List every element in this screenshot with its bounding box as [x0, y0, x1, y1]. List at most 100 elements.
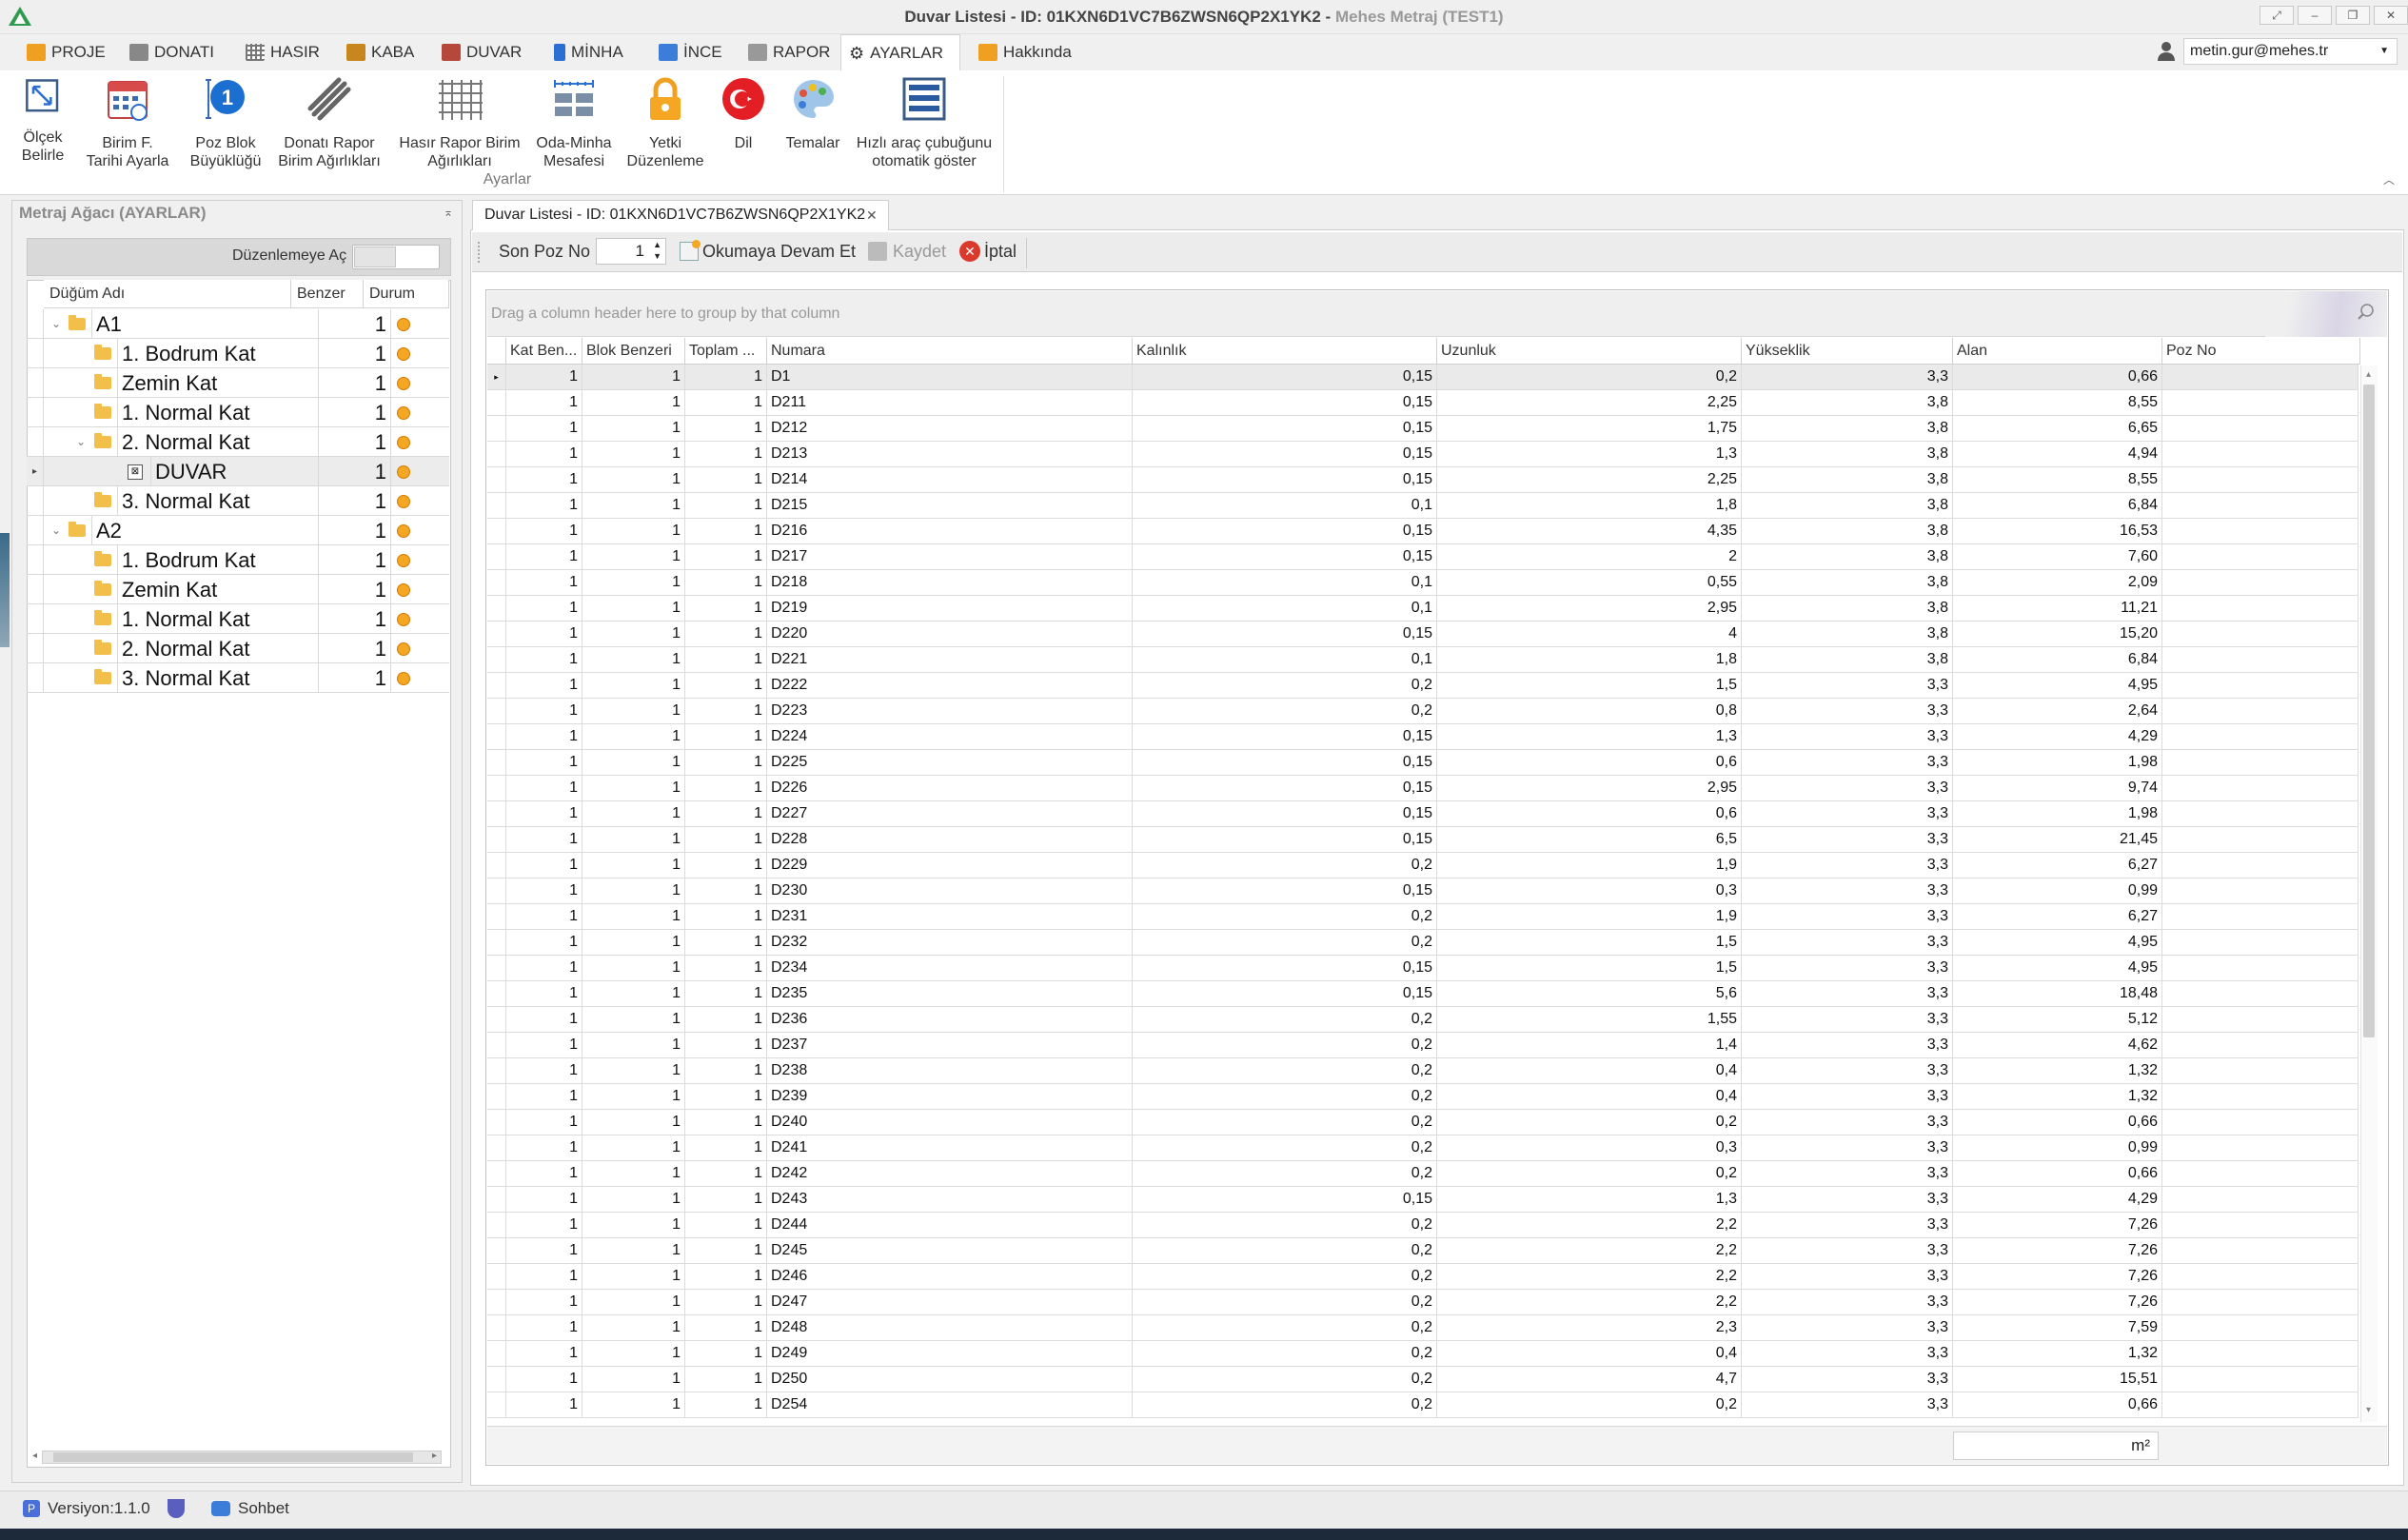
cell-uzunluk[interactable]: 0,8 — [1437, 699, 1742, 724]
cell-numara[interactable]: D242 — [767, 1161, 1133, 1187]
tab-ayarlar[interactable]: ⚙ AYARLAR — [840, 34, 960, 70]
cell-kat-benzeri[interactable]: 1 — [506, 853, 582, 879]
tree-node[interactable]: 3. Normal Kat 1 — [27, 663, 449, 693]
kaydet-button[interactable]: Kaydet — [868, 240, 946, 263]
cell-yukseklik[interactable]: 3,3 — [1742, 981, 1953, 1007]
cell-numara[interactable]: D254 — [767, 1392, 1133, 1418]
cell-poz-no[interactable] — [2162, 493, 2359, 519]
cell-poz-no[interactable] — [2162, 647, 2359, 673]
cell-alan[interactable]: 1,32 — [1953, 1084, 2162, 1110]
cell-numara[interactable]: D239 — [767, 1084, 1133, 1110]
cell-uzunluk[interactable]: 2,95 — [1437, 776, 1742, 801]
tree-header-benzer[interactable]: Benzer — [291, 280, 364, 308]
tab-kaba[interactable]: KABA — [339, 34, 422, 70]
cell-kat-benzeri[interactable]: 1 — [506, 879, 582, 904]
tree-header-name[interactable]: Düğüm Adı — [44, 280, 291, 308]
cell-numara[interactable]: D244 — [767, 1213, 1133, 1238]
cell-uzunluk[interactable]: 1,75 — [1437, 416, 1742, 442]
cell-poz-no[interactable] — [2162, 853, 2359, 879]
cell-kalinlik[interactable]: 0,2 — [1133, 1341, 1437, 1367]
cell-poz-no[interactable] — [2162, 724, 2359, 750]
cell-uzunluk[interactable]: 2,2 — [1437, 1290, 1742, 1315]
group-by-panel[interactable]: Drag a column header here to group by th… — [487, 291, 2387, 337]
cell-alan[interactable]: 4,95 — [1953, 930, 2162, 956]
cell-alan[interactable]: 0,66 — [1953, 1161, 2162, 1187]
tree-node[interactable]: 1. Normal Kat 1 — [27, 398, 449, 427]
cell-toplam[interactable]: 1 — [685, 904, 767, 930]
cell-alan[interactable]: 5,12 — [1953, 1007, 2162, 1033]
cell-yukseklik[interactable]: 3,3 — [1742, 1367, 1953, 1392]
tab-duvar[interactable]: DUVAR — [434, 34, 529, 70]
cell-poz-no[interactable] — [2162, 801, 2359, 827]
cell-poz-no[interactable] — [2162, 390, 2359, 416]
cell-blok-benzeri[interactable]: 1 — [582, 570, 685, 596]
expand-toggle-icon[interactable]: ⌄ — [51, 516, 61, 545]
cell-poz-no[interactable] — [2162, 827, 2359, 853]
cell-alan[interactable]: 0,66 — [1953, 1110, 2162, 1135]
scroll-up-icon[interactable]: ▴ — [2366, 369, 2371, 380]
cell-poz-no[interactable] — [2162, 699, 2359, 724]
cell-blok-benzeri[interactable]: 1 — [582, 1341, 685, 1367]
cell-yukseklik[interactable]: 3,8 — [1742, 416, 1953, 442]
cell-numara[interactable]: D222 — [767, 673, 1133, 699]
cell-kat-benzeri[interactable]: 1 — [506, 1187, 582, 1213]
cell-poz-no[interactable] — [2162, 1110, 2359, 1135]
cell-blok-benzeri[interactable]: 1 — [582, 365, 685, 390]
cell-yukseklik[interactable]: 3,3 — [1742, 724, 1953, 750]
cell-yukseklik[interactable]: 3,3 — [1742, 1187, 1953, 1213]
cell-poz-no[interactable] — [2162, 1161, 2359, 1187]
expand-toggle-icon[interactable]: ⌄ — [51, 309, 61, 339]
cell-poz-no[interactable] — [2162, 673, 2359, 699]
cell-blok-benzeri[interactable]: 1 — [582, 1187, 685, 1213]
cell-blok-benzeri[interactable]: 1 — [582, 416, 685, 442]
cell-alan[interactable]: 0,99 — [1953, 879, 2162, 904]
cell-toplam[interactable]: 1 — [685, 699, 767, 724]
cell-toplam[interactable]: 1 — [685, 673, 767, 699]
cell-kat-benzeri[interactable]: 1 — [506, 1007, 582, 1033]
cell-kat-benzeri[interactable]: 1 — [506, 390, 582, 416]
cell-kat-benzeri[interactable]: 1 — [506, 442, 582, 467]
cell-numara[interactable]: D218 — [767, 570, 1133, 596]
cell-uzunluk[interactable]: 0,4 — [1437, 1341, 1742, 1367]
cell-uzunluk[interactable]: 4,7 — [1437, 1367, 1742, 1392]
cell-blok-benzeri[interactable]: 1 — [582, 853, 685, 879]
table-row[interactable]: 1 1 1 D240 0,2 0,2 3,3 0,66 — [487, 1110, 2359, 1135]
table-row[interactable]: 1 1 1 D230 0,15 0,3 3,3 0,99 — [487, 879, 2359, 904]
cell-yukseklik[interactable]: 3,8 — [1742, 442, 1953, 467]
cell-kalinlik[interactable]: 0,2 — [1133, 1392, 1437, 1418]
cell-poz-no[interactable] — [2162, 930, 2359, 956]
cell-uzunluk[interactable]: 1,9 — [1437, 853, 1742, 879]
cell-toplam[interactable]: 1 — [685, 596, 767, 622]
cell-kalinlik[interactable]: 0,15 — [1133, 467, 1437, 493]
cell-yukseklik[interactable]: 3,3 — [1742, 1084, 1953, 1110]
cell-alan[interactable]: 15,20 — [1953, 622, 2162, 647]
cell-kat-benzeri[interactable]: 1 — [506, 647, 582, 673]
poz-blok-buyuklugu-button[interactable]: 1 Poz Blok Büyüklüğü — [185, 76, 266, 170]
cell-yukseklik[interactable]: 3,3 — [1742, 904, 1953, 930]
cell-toplam[interactable]: 1 — [685, 390, 767, 416]
cell-uzunluk[interactable]: 1,5 — [1437, 930, 1742, 956]
cell-poz-no[interactable] — [2162, 1290, 2359, 1315]
cell-alan[interactable]: 6,27 — [1953, 853, 2162, 879]
cell-poz-no[interactable] — [2162, 365, 2359, 390]
cell-toplam[interactable]: 1 — [685, 1007, 767, 1033]
cell-uzunluk[interactable]: 0,6 — [1437, 750, 1742, 776]
cell-numara[interactable]: D249 — [767, 1341, 1133, 1367]
cell-poz-no[interactable] — [2162, 442, 2359, 467]
cell-numara[interactable]: D224 — [767, 724, 1133, 750]
tab-hasir[interactable]: HASIR — [238, 34, 327, 70]
table-row[interactable]: 1 1 1 D214 0,15 2,25 3,8 8,55 — [487, 467, 2359, 493]
table-row[interactable]: 1 1 1 D235 0,15 5,6 3,3 18,48 — [487, 981, 2359, 1007]
cell-kalinlik[interactable]: 0,15 — [1133, 724, 1437, 750]
cell-numara[interactable]: D231 — [767, 904, 1133, 930]
cell-alan[interactable]: 15,51 — [1953, 1367, 2162, 1392]
cell-numara[interactable]: D241 — [767, 1135, 1133, 1161]
cell-blok-benzeri[interactable]: 1 — [582, 1110, 685, 1135]
hasir-rapor-birim-button[interactable]: Hasır Rapor Birim Ağırlıkları — [396, 76, 523, 170]
cell-kalinlik[interactable]: 0,2 — [1133, 1110, 1437, 1135]
cell-alan[interactable]: 1,32 — [1953, 1341, 2162, 1367]
oda-minha-mesafesi-button[interactable]: Oda-Minha Mesafesi — [529, 76, 619, 170]
tree-node[interactable]: Zemin Kat 1 — [27, 575, 449, 604]
tree-node[interactable]: 1. Bodrum Kat 1 — [27, 545, 449, 575]
birim-f-tarihi-button[interactable]: Birim F. Tarihi Ayarla — [80, 76, 175, 170]
